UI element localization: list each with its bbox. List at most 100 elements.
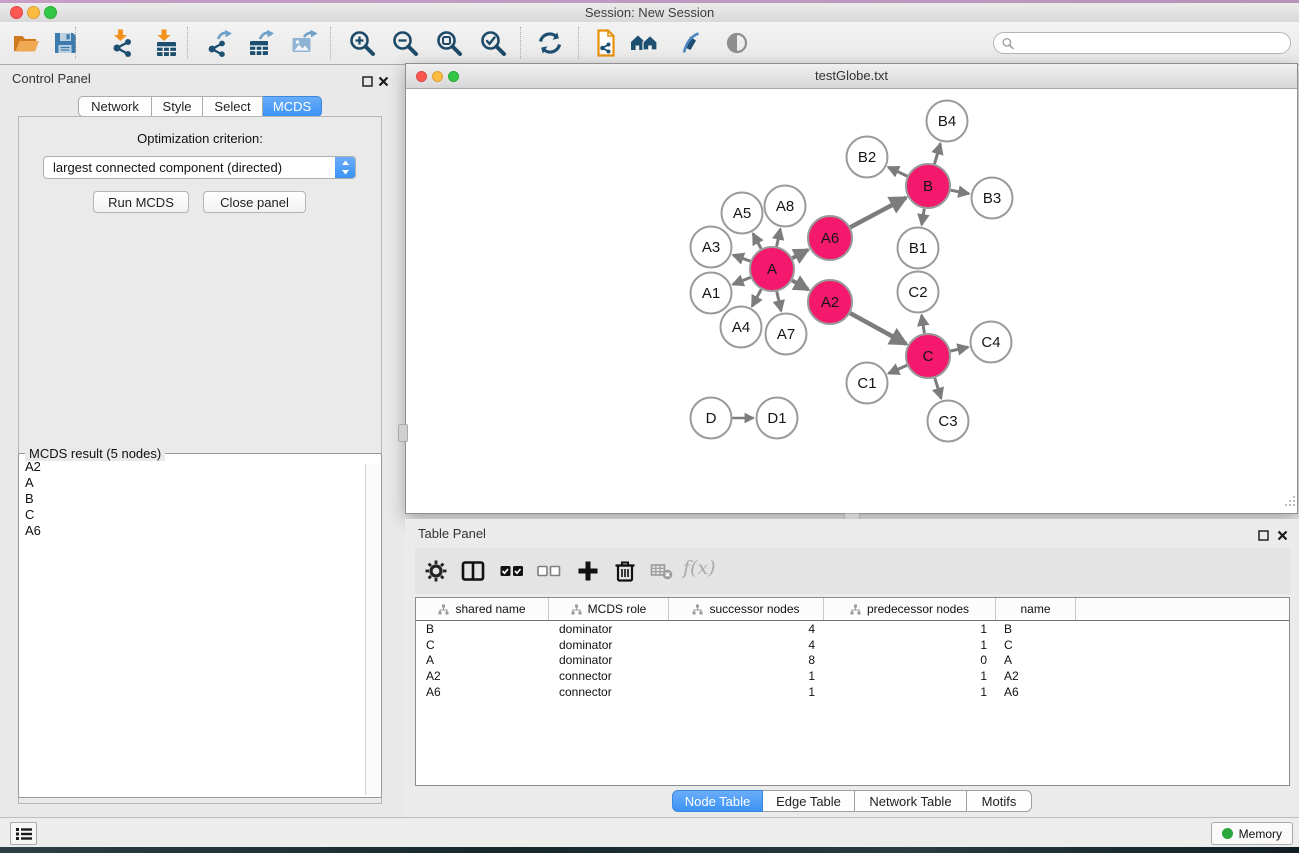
tab-motifs[interactable]: Motifs — [967, 790, 1032, 812]
mcds-result-item[interactable]: A — [21, 474, 364, 490]
graph-edge-C-C3[interactable] — [935, 378, 941, 399]
graph-node-A2[interactable]: A2 — [808, 280, 852, 324]
memory-button[interactable]: Memory — [1211, 822, 1293, 845]
vertical-splitter-handle[interactable] — [398, 424, 408, 442]
float-table-panel-icon[interactable] — [1258, 528, 1269, 546]
graph-node-A6[interactable]: A6 — [808, 216, 852, 260]
optimization-criterion-select[interactable]: largest connected component (directed) — [43, 156, 356, 179]
tab-edge-table[interactable]: Edge Table — [763, 790, 855, 812]
graph-edge-C-C2[interactable] — [922, 315, 925, 333]
graph-node-C[interactable]: C — [906, 334, 950, 378]
graph-node-A3[interactable]: A3 — [691, 227, 732, 268]
search-field[interactable] — [993, 32, 1291, 54]
zoom-selected-icon[interactable] — [479, 29, 507, 57]
graph-node-B1[interactable]: B1 — [898, 228, 939, 269]
graph-edge-B-B4[interactable] — [935, 144, 941, 164]
graph-edge-A6-B[interactable] — [850, 198, 906, 228]
tab-mcds[interactable]: MCDS — [263, 96, 322, 117]
graph-edge-A-A6[interactable] — [792, 250, 808, 258]
mcds-result-item[interactable]: B — [21, 490, 364, 506]
tab-network[interactable]: Network — [78, 96, 152, 117]
hide-graphics-details-icon[interactable] — [677, 29, 705, 57]
graph-node-C2[interactable]: C2 — [898, 272, 939, 313]
graph-node-A4[interactable]: A4 — [721, 307, 762, 348]
export-table-icon[interactable] — [247, 29, 275, 57]
network-graph[interactable]: A A1 A2 A3 A4 A5 A6 A7 A8 B B1 B2 B3B4 C C1 C2 C3C4 D D1 — [406, 89, 1297, 513]
refresh-icon[interactable] — [536, 29, 564, 57]
add-column-icon[interactable] — [576, 559, 600, 583]
resize-grip-icon[interactable] — [1284, 494, 1296, 512]
column-header[interactable]: successor nodes — [669, 598, 824, 620]
graph-node-A[interactable]: A — [750, 247, 794, 291]
graph-node-B3[interactable]: B3 — [972, 178, 1013, 219]
graph-node-A8[interactable]: A8 — [765, 186, 806, 227]
graph-edge-A2-C[interactable] — [850, 313, 906, 344]
zoom-actual-size-icon[interactable] — [435, 29, 463, 57]
graph-edge-A-A2[interactable] — [792, 280, 808, 289]
show-hide-eye-icon[interactable] — [723, 29, 751, 57]
graph-node-B2[interactable]: B2 — [847, 137, 888, 178]
export-network-icon[interactable] — [205, 29, 233, 57]
delete-table-icon[interactable] — [650, 559, 674, 583]
task-history-button[interactable] — [10, 822, 37, 845]
table-row[interactable]: A6connector11A6 — [416, 684, 1289, 700]
table-row[interactable]: Adominator80A — [416, 653, 1289, 669]
export-image-icon[interactable] — [290, 29, 318, 57]
graph-node-D[interactable]: D — [691, 398, 732, 439]
deselect-all-icon[interactable] — [537, 559, 561, 583]
graph-node-B4[interactable]: B4 — [927, 101, 968, 142]
graph-edge-A-A7[interactable] — [777, 292, 781, 312]
new-network-from-selection-icon[interactable] — [591, 29, 619, 57]
column-header[interactable]: shared name — [416, 598, 549, 620]
zoom-out-icon[interactable] — [391, 29, 419, 57]
close-panel-icon[interactable] — [378, 74, 389, 92]
graph-node-A7[interactable]: A7 — [766, 314, 807, 355]
graph-edge-B-B2[interactable] — [888, 167, 907, 176]
table-row[interactable]: Cdominator41C — [416, 637, 1289, 653]
tab-style[interactable]: Style — [152, 96, 203, 117]
select-all-icon[interactable] — [500, 559, 524, 583]
table-row[interactable]: A2connector11A2 — [416, 668, 1289, 684]
graph-edge-A-A4[interactable] — [752, 289, 761, 306]
delete-column-trash-icon[interactable] — [613, 559, 637, 583]
zoom-in-icon[interactable] — [348, 29, 376, 57]
close-panel-button[interactable]: Close panel — [203, 191, 306, 213]
graph-edge-C-C4[interactable] — [951, 347, 969, 351]
graph-node-C4[interactable]: C4 — [971, 322, 1012, 363]
graph-edge-B-B3[interactable] — [951, 190, 969, 194]
network-window-titlebar[interactable]: testGlobe.txt — [406, 64, 1297, 89]
graph-node-A1[interactable]: A1 — [691, 273, 732, 314]
graph-edge-A-A8[interactable] — [777, 229, 781, 247]
graph-node-B[interactable]: B — [906, 164, 950, 208]
graph-node-D1[interactable]: D1 — [757, 398, 798, 439]
import-network-icon[interactable] — [109, 29, 137, 57]
graph-edge-B-B1[interactable] — [922, 209, 925, 225]
close-table-panel-icon[interactable] — [1277, 528, 1288, 546]
first-neighbors-homes-icon[interactable] — [630, 29, 658, 57]
table-row[interactable]: Bdominator41B — [416, 621, 1289, 637]
graph-node-C1[interactable]: C1 — [847, 363, 888, 404]
import-table-icon[interactable] — [152, 29, 180, 57]
mcds-result-item[interactable]: C — [21, 506, 364, 522]
graph-edge-C-C1[interactable] — [889, 365, 908, 373]
graph-node-C3[interactable]: C3 — [928, 401, 969, 442]
table-settings-gear-icon[interactable] — [424, 559, 448, 583]
tab-select[interactable]: Select — [203, 96, 263, 117]
column-header[interactable]: MCDS role — [549, 598, 669, 620]
graph-edge-A-A5[interactable] — [753, 234, 761, 249]
tab-network-table[interactable]: Network Table — [855, 790, 967, 812]
open-file-icon[interactable] — [12, 29, 40, 57]
mcds-result-item[interactable]: A2 — [21, 458, 364, 474]
toggle-column-view-icon[interactable] — [461, 559, 485, 583]
column-header[interactable]: predecessor nodes — [824, 598, 996, 620]
column-header[interactable]: name — [996, 598, 1076, 620]
graph-edge-A-A1[interactable] — [733, 277, 751, 284]
function-builder-fx-icon[interactable]: f(x) — [683, 557, 716, 579]
float-panel-icon[interactable] — [362, 74, 373, 92]
search-input[interactable] — [1019, 35, 1282, 52]
result-list-scrollbar[interactable] — [365, 464, 379, 795]
graph-node-A5[interactable]: A5 — [722, 193, 763, 234]
graph-edge-A-A3[interactable] — [733, 255, 750, 261]
mcds-result-item[interactable]: A6 — [21, 522, 364, 538]
tab-node-table[interactable]: Node Table — [672, 790, 763, 812]
